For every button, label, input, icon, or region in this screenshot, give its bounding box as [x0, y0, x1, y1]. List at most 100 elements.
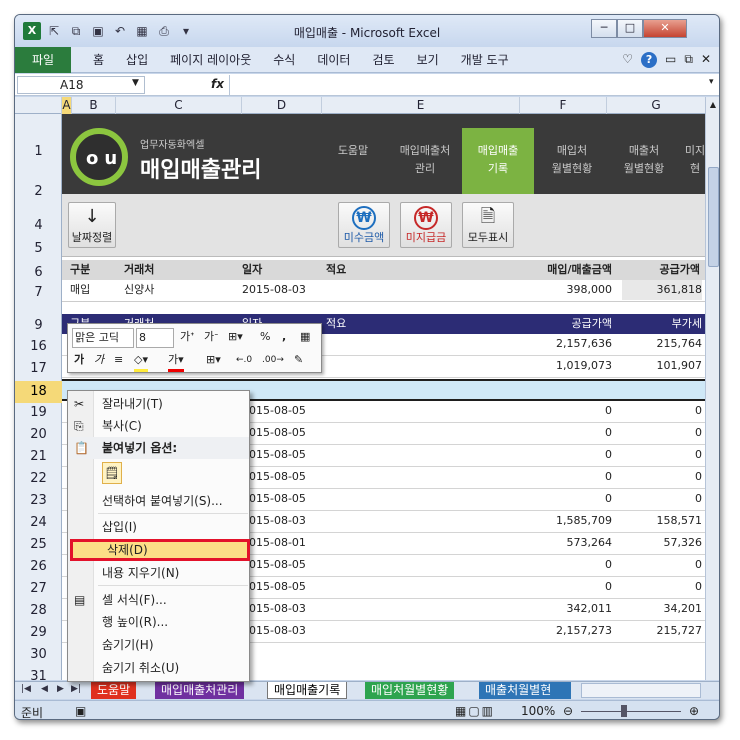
row-header[interactable]: 23 [15, 493, 62, 508]
show-all-button[interactable]: 🗎 모두표시 [462, 202, 514, 248]
fill-color-icon[interactable]: ◇▾ [134, 351, 148, 372]
tab-formulas[interactable]: 수식 [273, 51, 295, 68]
nav-unpaid-status[interactable]: 미지 현 [680, 134, 705, 194]
tab-file[interactable]: 파일 [15, 46, 71, 73]
sheet-tab-records[interactable]: 매입매출기록 [267, 682, 348, 699]
menu-item-cut[interactable]: ✂ 잘라내기(T) [68, 393, 249, 415]
menu-item-copy[interactable]: ⎘ 복사(C) [68, 415, 249, 437]
column-header-f[interactable]: F [520, 97, 607, 114]
comma-button[interactable]: , [282, 328, 286, 346]
menu-item-paste-special[interactable]: 선택하여 붙여넣기(S)... [68, 490, 249, 512]
nav-purchase-sales-record[interactable]: 매입매출 기록 [462, 128, 534, 194]
grow-font-icon[interactable]: 가ᐩ [180, 328, 194, 346]
menu-item-delete[interactable]: 삭제(D) [70, 539, 250, 561]
scroll-up-icon[interactable]: ▲ [706, 100, 719, 109]
align-center-icon[interactable]: ≡ [114, 351, 123, 369]
row-header[interactable]: 30 [15, 647, 62, 662]
help-icon[interactable]: ? [641, 52, 658, 68]
bold-icon[interactable]: 가 [74, 351, 84, 369]
insert-function-icon[interactable]: fx [211, 77, 224, 91]
payable-button[interactable]: ₩ 미지급금 [400, 202, 452, 248]
tab-review[interactable]: 검토 [372, 51, 394, 68]
doc-restore-icon[interactable]: ⧉ [684, 52, 693, 68]
row-header[interactable]: 4 [15, 218, 62, 233]
nav-vendor-manage[interactable]: 매입매출처 관리 [389, 134, 461, 194]
prev-sheet-icon[interactable]: ◀ [41, 684, 48, 694]
row-header[interactable]: 20 [15, 427, 62, 442]
column-header-b[interactable]: B [72, 97, 116, 114]
sheet-tab-purchase-monthly[interactable]: 매입처월별현황 [365, 682, 455, 699]
tab-insert[interactable]: 삽입 [126, 51, 148, 68]
row-header[interactable]: 24 [15, 515, 62, 530]
column-header-g[interactable]: G [607, 97, 705, 114]
menu-item-clear-contents[interactable]: 내용 지우기(N) [68, 562, 249, 584]
horizontal-scrollbar[interactable] [581, 683, 701, 698]
font-name-box[interactable]: 맑은 고딕 [72, 328, 134, 348]
row-header[interactable]: 2 [15, 184, 62, 199]
summary-row[interactable]: 매입 신양사 2015-08-03 398,000 361,818 [62, 280, 705, 302]
italic-icon[interactable]: 가 [94, 351, 104, 369]
increase-decimal-icon[interactable]: ←.0 [236, 351, 252, 369]
name-box-dropdown-icon[interactable]: ▼ [132, 78, 139, 88]
view-buttons[interactable]: ▦▢▥ [455, 704, 495, 718]
column-header-e[interactable]: E [322, 97, 520, 114]
first-sheet-icon[interactable]: |◀ [21, 684, 31, 694]
next-sheet-icon[interactable]: ▶ [57, 684, 64, 694]
scroll-thumb[interactable] [708, 167, 719, 267]
menu-item-hide[interactable]: 숨기기(H) [68, 634, 249, 656]
row-header[interactable]: 29 [15, 625, 62, 640]
row-header[interactable]: 9 [15, 318, 62, 333]
select-all-corner[interactable] [15, 97, 62, 114]
vertical-scrollbar[interactable]: ▲ [705, 97, 719, 680]
menu-item-unhide[interactable]: 숨기기 취소(U) [68, 657, 249, 679]
font-color-icon[interactable]: 가▾ [168, 351, 184, 372]
tab-home[interactable]: 홈 [93, 51, 104, 68]
doc-minimize-icon[interactable]: ▭ [665, 52, 676, 68]
row-header[interactable]: 5 [15, 241, 62, 256]
nav-purchase-monthly[interactable]: 매입처 월별현황 [536, 134, 608, 194]
row-header[interactable]: 27 [15, 581, 62, 596]
row-header[interactable]: 19 [15, 405, 62, 420]
doc-close-icon[interactable]: ✕ [701, 52, 711, 68]
menu-item-insert[interactable]: 삽입(I) [68, 516, 249, 538]
nav-sales-monthly[interactable]: 매출처 월별현황 [608, 134, 680, 194]
nav-help[interactable]: 도움말 [317, 134, 389, 194]
expand-formula-icon[interactable]: ▾ [709, 77, 714, 87]
sort-by-date-button[interactable]: ↓ 날짜정렬 [68, 202, 116, 248]
zoom-out-icon[interactable]: ⊖ [563, 704, 573, 718]
restore-button[interactable]: □ [617, 19, 643, 38]
macro-record-icon[interactable]: ▣ [75, 704, 86, 718]
zoom-level[interactable]: 100% [521, 704, 555, 718]
sheet-tab-sales-monthly[interactable]: 매출처월별현 [479, 682, 571, 699]
font-size-box[interactable]: 8 [136, 328, 174, 348]
tab-page-layout[interactable]: 페이지 레이아웃 [170, 51, 251, 68]
row-header[interactable]: 7 [15, 285, 62, 300]
row-header[interactable]: 21 [15, 449, 62, 464]
row-header[interactable]: 22 [15, 471, 62, 486]
decrease-decimal-icon[interactable]: .00→ [262, 351, 284, 369]
last-sheet-icon[interactable]: ▶| [71, 684, 81, 694]
column-header-a[interactable]: A [62, 97, 72, 114]
percent-button[interactable]: % [260, 328, 270, 346]
tab-developer[interactable]: 개발 도구 [461, 51, 509, 68]
column-header-d[interactable]: D [242, 97, 322, 114]
name-box[interactable]: A18 [17, 76, 145, 94]
row-header[interactable]: 25 [15, 537, 62, 552]
accounting-format-icon[interactable]: ⊞▾ [228, 328, 243, 346]
sheet-tab-vendors[interactable]: 매입매출처관리 [155, 682, 245, 699]
sheet-tab-help[interactable]: 도움말 [91, 682, 137, 699]
row-header[interactable]: 26 [15, 559, 62, 574]
row-header[interactable]: 28 [15, 603, 62, 618]
row-header[interactable]: 6 [15, 265, 62, 280]
unpaid-amount-button[interactable]: ₩ 미수금액 [338, 202, 390, 248]
row-header[interactable]: 16 [15, 339, 62, 354]
row-header-selected[interactable]: 18 [15, 381, 62, 403]
row-header[interactable]: 17 [15, 361, 62, 376]
menu-item-format-cells[interactable]: ▤ 셀 서식(F)... [68, 589, 249, 611]
minimize-button[interactable]: ─ [591, 19, 617, 38]
zoom-slider-thumb[interactable] [621, 705, 627, 717]
zoom-in-icon[interactable]: ⊕ [689, 704, 699, 718]
column-header-c[interactable]: C [116, 97, 242, 114]
tab-view[interactable]: 보기 [417, 51, 439, 68]
tab-data[interactable]: 데이터 [317, 51, 350, 68]
